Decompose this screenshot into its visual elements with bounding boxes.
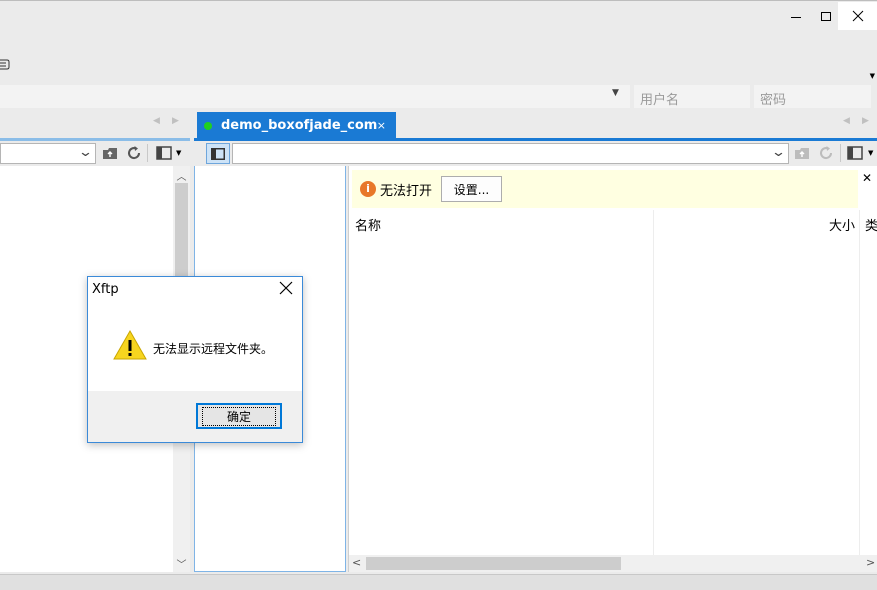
- menu-icon[interactable]: [0, 59, 10, 71]
- title-bar: [0, 0, 877, 32]
- settings-button[interactable]: 设置...: [441, 176, 502, 202]
- toolbar-overflow-icon[interactable]: ▼: [870, 72, 875, 80]
- minimize-icon: [791, 17, 801, 18]
- toolbar-separator: [147, 144, 148, 162]
- column-divider: [859, 210, 860, 555]
- folder-up-icon[interactable]: [100, 144, 120, 162]
- menu-strip: ▼: [0, 32, 877, 84]
- column-header-name[interactable]: 名称: [355, 215, 381, 234]
- maximize-icon: [821, 11, 831, 21]
- password-field[interactable]: 密码: [754, 85, 871, 108]
- remote-tab-prev-icon[interactable]: ◀: [843, 116, 850, 126]
- dialog-footer: 确定: [88, 391, 302, 442]
- view-layout-icon[interactable]: [154, 144, 174, 162]
- ok-button-label: 确定: [201, 406, 276, 426]
- remote-scroll-thumb[interactable]: [366, 557, 621, 570]
- warning-icon: [113, 329, 147, 360]
- scroll-left-icon[interactable]: <: [352, 556, 361, 569]
- host-input[interactable]: ▼: [0, 85, 630, 108]
- tab-next-icon[interactable]: ▶: [172, 116, 179, 126]
- local-scroll-thumb[interactable]: [175, 183, 188, 283]
- remote-file-list[interactable]: [348, 166, 877, 572]
- remote-tab-next-icon[interactable]: ▶: [862, 116, 869, 126]
- local-tabstrip: [0, 110, 192, 138]
- scroll-up-icon[interactable]: ︿: [173, 168, 190, 183]
- scroll-down-icon[interactable]: ﹀: [173, 556, 190, 571]
- username-field[interactable]: 用户名: [634, 85, 750, 108]
- info-icon: i: [360, 181, 376, 197]
- remote-refresh-icon[interactable]: [816, 144, 836, 162]
- local-path-combo[interactable]: ⌄: [0, 143, 96, 164]
- refresh-icon[interactable]: [124, 144, 144, 162]
- chevron-down-icon[interactable]: ⌄: [771, 145, 786, 160]
- ok-button[interactable]: 确定: [196, 403, 282, 429]
- dialog-title: Xftp: [92, 282, 119, 297]
- chevron-down-icon[interactable]: ⌄: [78, 145, 93, 160]
- error-dialog: Xftp 无法显示远程文件夹。 确定: [87, 276, 303, 443]
- window-close-button[interactable]: [838, 2, 877, 30]
- tab-remote-session[interactable]: demo_boxofjade_com ×: [197, 112, 396, 139]
- column-header-type[interactable]: 类: [865, 215, 877, 234]
- column-divider: [653, 210, 654, 555]
- tab-prev-icon[interactable]: ◀: [153, 116, 160, 126]
- address-bar: ▼ 用户名 密码: [0, 84, 877, 110]
- remote-view-layout-icon[interactable]: [845, 144, 865, 162]
- tab-close-icon[interactable]: ×: [377, 119, 386, 132]
- info-bar: i 无法打开 设置...: [352, 170, 858, 208]
- toolbar-separator: [840, 144, 841, 162]
- connection-status-icon: [204, 122, 212, 130]
- dialog-close-button[interactable]: [279, 280, 293, 299]
- info-close-icon[interactable]: ✕: [862, 171, 872, 185]
- tab-label: demo_boxofjade_com: [221, 118, 378, 133]
- remote-view-dropdown-icon[interactable]: ▼: [868, 149, 873, 157]
- remote-folder-up-icon[interactable]: [792, 144, 812, 162]
- sidebar-panel-icon: [211, 147, 225, 160]
- status-bar: [0, 574, 877, 590]
- view-dropdown-icon[interactable]: ▼: [176, 149, 181, 157]
- host-dropdown-icon[interactable]: ▼: [612, 88, 619, 98]
- sidebar-toggle-button[interactable]: [206, 143, 230, 164]
- column-header-size[interactable]: 大小: [829, 215, 855, 234]
- close-icon: [279, 281, 293, 295]
- dialog-message: 无法显示远程文件夹。: [153, 342, 274, 356]
- info-message: 无法打开: [380, 184, 433, 199]
- remote-path-combo[interactable]: ⌄: [232, 143, 789, 164]
- close-icon: [852, 10, 864, 22]
- scroll-right-icon[interactable]: >: [866, 556, 875, 569]
